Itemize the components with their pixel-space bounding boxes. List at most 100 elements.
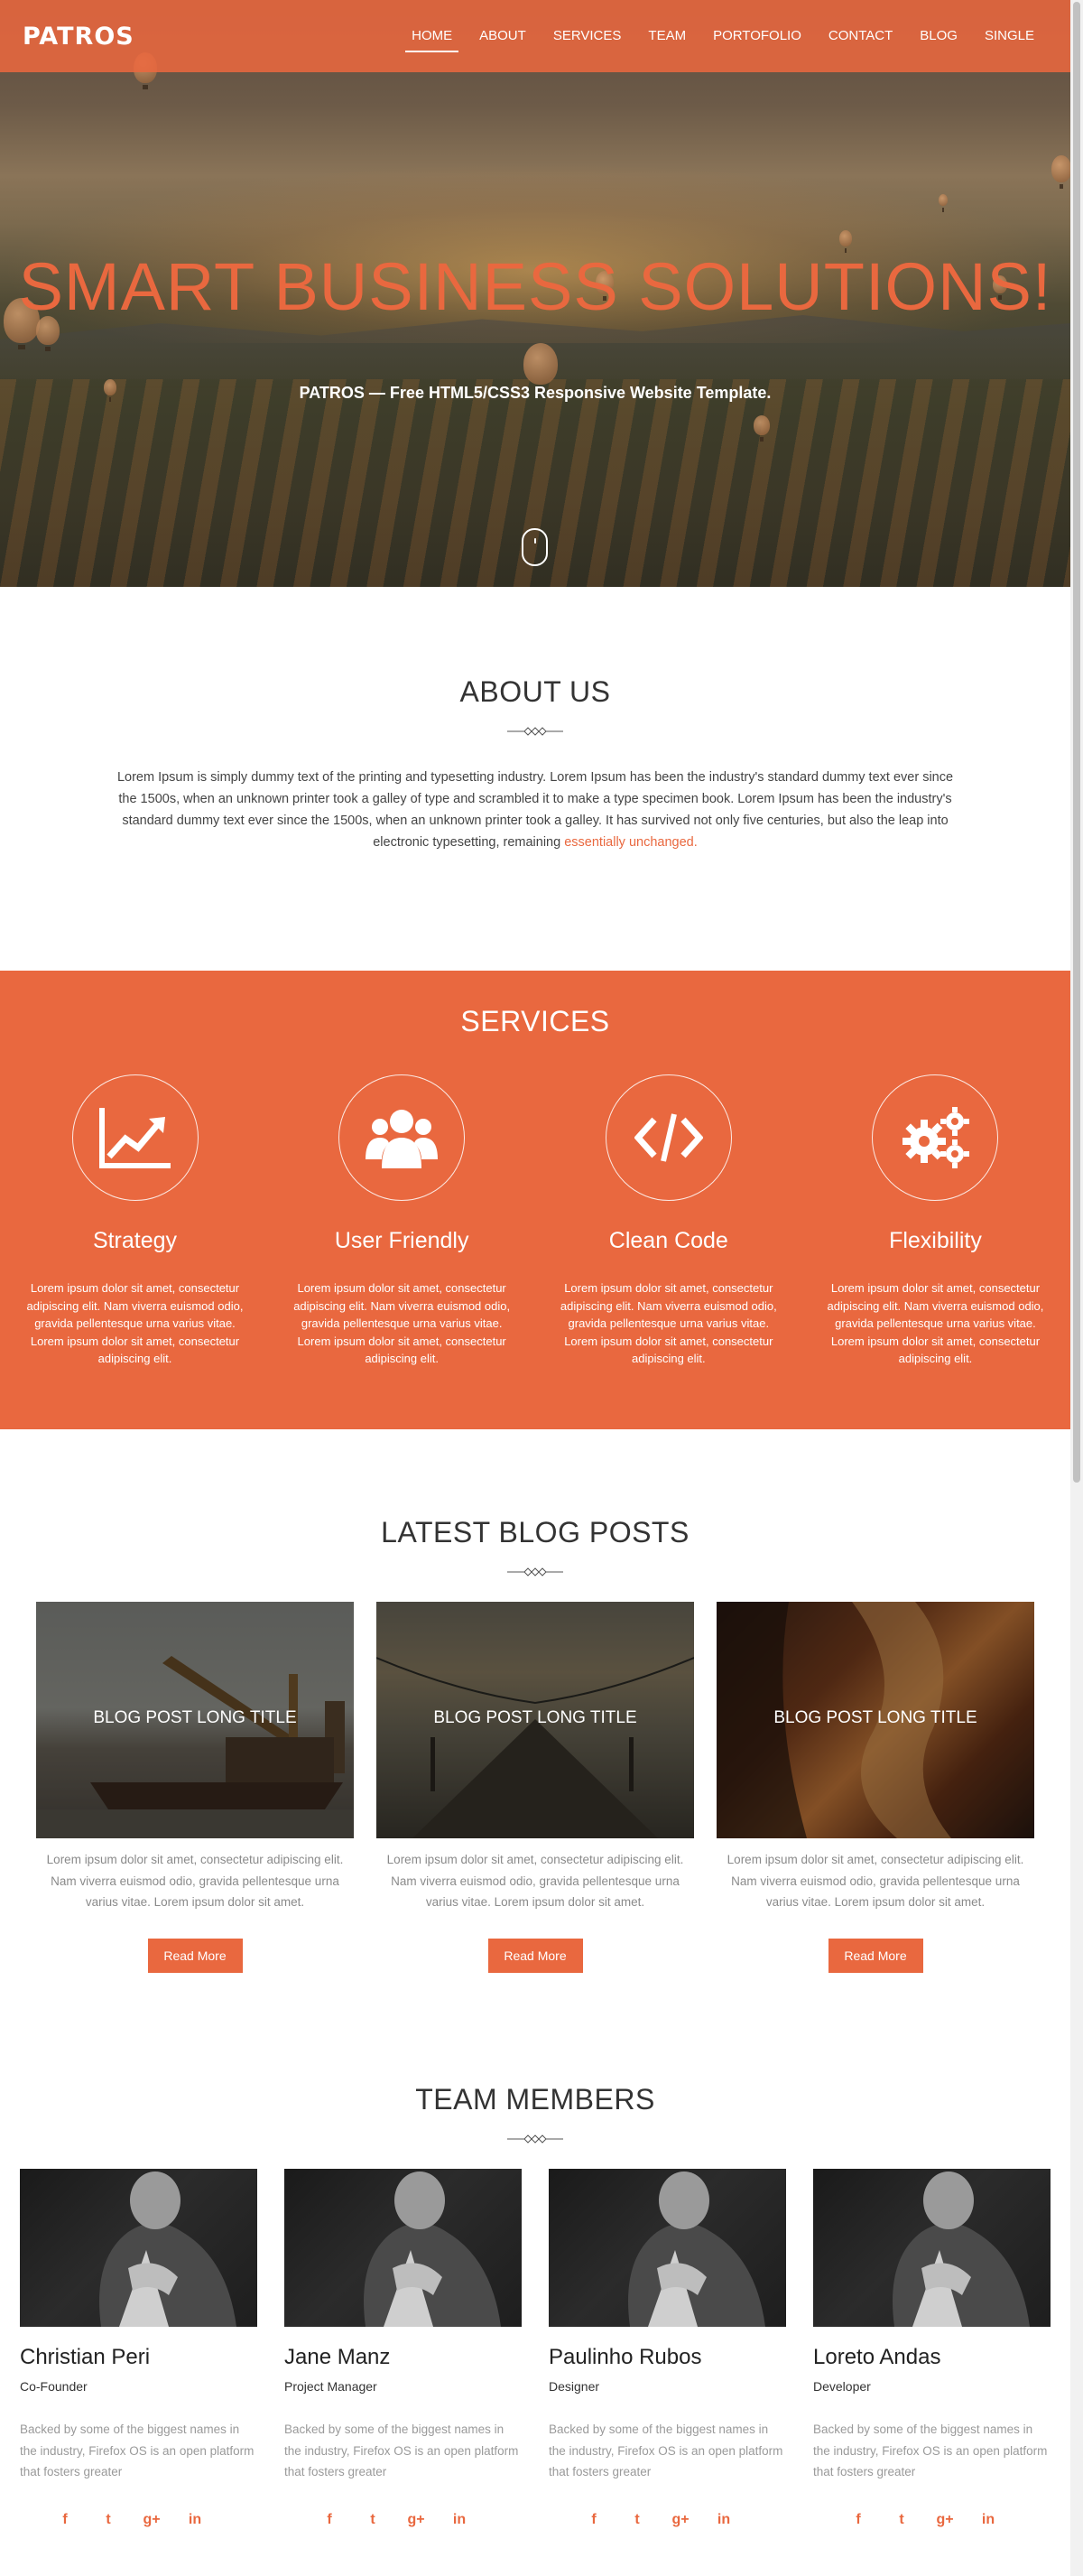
member-photo — [549, 2169, 786, 2327]
code-icon — [634, 1113, 703, 1162]
divider-icon — [507, 2134, 563, 2144]
read-more-button[interactable]: Read More — [147, 1938, 243, 1973]
blog-post-title[interactable]: BLOG POST LONG TITLE — [36, 1708, 354, 1728]
member-name: Christian Peri — [20, 2345, 151, 2369]
nav-single[interactable]: SINGLE — [971, 0, 1048, 72]
google-plus-icon[interactable]: g+ — [407, 2512, 425, 2528]
member-name: Jane Manz — [284, 2345, 391, 2369]
portrait-image — [99, 2171, 236, 2327]
blog-post-title[interactable]: BLOG POST LONG TITLE — [717, 1708, 1034, 1728]
linkedin-icon[interactable]: in — [979, 2512, 997, 2528]
read-more-button[interactable]: Read More — [828, 1938, 923, 1973]
member-bio: Backed by some of the biggest names in t… — [813, 2423, 1048, 2478]
member-role: Developer — [813, 2379, 871, 2394]
page: PATROS HOME ABOUT SERVICES TEAM PORTOFOL… — [0, 0, 1070, 2576]
team-member-card: Loreto Andas Developer Backed by some of… — [813, 2169, 1051, 2528]
blog-card: BLOG POST LONG TITLE Lorem ipsum dolor s… — [376, 1602, 694, 1973]
main-nav: HOME ABOUT SERVICES TEAM PORTOFOLIO CONT… — [398, 0, 1048, 72]
nav-home[interactable]: HOME — [398, 0, 466, 72]
service-text: Lorem ipsum dolor sit amet, consectetur … — [293, 1281, 511, 1365]
team-member-card: Paulinho Rubos Designer Backed by some o… — [549, 2169, 786, 2528]
nav-contact[interactable]: CONTACT — [815, 0, 906, 72]
member-bio: Backed by some of the biggest names in t… — [20, 2423, 255, 2478]
nav-blog[interactable]: BLOG — [906, 0, 971, 72]
twitter-icon[interactable]: t — [893, 2512, 911, 2528]
google-plus-icon[interactable]: g+ — [936, 2512, 954, 2528]
about-section: ABOUT US Lorem Ipsum is simply dummy tex… — [0, 587, 1070, 971]
about-link[interactable]: essentially unchanged. — [564, 835, 698, 850]
team-title: TEAM MEMBERS — [415, 2083, 655, 2116]
blog-card: BLOG POST LONG TITLE Lorem ipsum dolor s… — [717, 1602, 1034, 1973]
services-section: SERVICES Strategy Lorem ipsum dolor sit … — [0, 971, 1070, 1429]
facebook-icon[interactable]: f — [320, 2512, 338, 2528]
services-title: SERVICES — [460, 1005, 610, 1037]
member-bio: Backed by some of the biggest names in t… — [549, 2423, 783, 2478]
blog-image[interactable]: BLOG POST LONG TITLE — [376, 1602, 694, 1838]
blog-excerpt: Lorem ipsum dolor sit amet, consectetur … — [727, 1853, 1024, 1909]
hero-subtitle: PATROS — Free HTML5/CSS3 Responsive Webs… — [299, 384, 772, 402]
social-links: f t g+ in — [20, 2512, 257, 2528]
read-more-button[interactable]: Read More — [487, 1938, 583, 1973]
nav-team[interactable]: TEAM — [634, 0, 699, 72]
navbar: PATROS HOME ABOUT SERVICES TEAM PORTOFOL… — [0, 0, 1070, 72]
service-icon-circle — [71, 1074, 199, 1201]
member-photo — [813, 2169, 1051, 2327]
service-title: User Friendly — [334, 1228, 469, 1253]
service-title: Strategy — [92, 1228, 178, 1253]
team-member-card: Christian Peri Co-Founder Backed by some… — [20, 2169, 257, 2528]
about-text: Lorem Ipsum is simply dummy text of the … — [111, 767, 959, 853]
portrait-image — [628, 2171, 765, 2327]
service-card: Flexibility Lorem ipsum dolor sit amet, … — [820, 1074, 1051, 1368]
service-text: Lorem ipsum dolor sit amet, consectetur … — [26, 1281, 244, 1365]
service-title: Flexibility — [889, 1228, 982, 1253]
member-role: Project Manager — [284, 2379, 377, 2394]
services-row: Strategy Lorem ipsum dolor sit amet, con… — [0, 1074, 1070, 1368]
balloon-decoration — [939, 194, 948, 212]
nav-services[interactable]: SERVICES — [540, 0, 635, 72]
mouse-scroll-icon[interactable] — [522, 528, 548, 566]
service-text: Lorem ipsum dolor sit amet, consectetur … — [560, 1281, 777, 1365]
member-name: Loreto Andas — [813, 2345, 941, 2369]
twitter-icon[interactable]: t — [99, 2512, 117, 2528]
member-role: Co-Founder — [20, 2379, 88, 2394]
balloon-decoration — [754, 415, 770, 442]
blog-row: BLOG POST LONG TITLE Lorem ipsum dolor s… — [0, 1602, 1070, 1973]
balloon-decoration — [839, 230, 852, 253]
twitter-icon[interactable]: t — [628, 2512, 646, 2528]
member-photo — [20, 2169, 257, 2327]
google-plus-icon[interactable]: g+ — [143, 2512, 161, 2528]
blog-image[interactable]: BLOG POST LONG TITLE — [717, 1602, 1034, 1838]
facebook-icon[interactable]: f — [56, 2512, 74, 2528]
facebook-icon[interactable]: f — [585, 2512, 603, 2528]
facebook-icon[interactable]: f — [849, 2512, 867, 2528]
member-name: Paulinho Rubos — [549, 2345, 702, 2369]
team-section: TEAM MEMBERS Christian Peri Co-Founder B… — [0, 2025, 1070, 2576]
about-body: Lorem Ipsum is simply dummy text of the … — [116, 770, 954, 850]
balloon-decoration — [523, 343, 558, 391]
blog-excerpt: Lorem ipsum dolor sit amet, consectetur … — [46, 1853, 344, 1909]
scrollbar-thumb[interactable] — [1073, 2, 1080, 1483]
nav-portofolio[interactable]: PORTOFOLIO — [699, 0, 815, 72]
divider-icon — [507, 727, 563, 736]
social-links: f t g+ in — [284, 2512, 522, 2528]
about-title: ABOUT US — [459, 675, 611, 708]
hero-title: SMART BUSINESS SOLUTIONS! — [18, 249, 1052, 324]
blog-card: BLOG POST LONG TITLE Lorem ipsum dolor s… — [36, 1602, 354, 1973]
service-text: Lorem ipsum dolor sit amet, consectetur … — [827, 1281, 1044, 1365]
blog-section: LATEST BLOG POSTS BLOG POST LONG TITLE L… — [0, 1429, 1070, 2025]
blog-post-title[interactable]: BLOG POST LONG TITLE — [376, 1708, 694, 1728]
linkedin-icon[interactable]: in — [450, 2512, 468, 2528]
linkedin-icon[interactable]: in — [186, 2512, 204, 2528]
linkedin-icon[interactable]: in — [715, 2512, 733, 2528]
balloon-decoration — [1051, 155, 1070, 189]
scrollbar[interactable] — [1070, 0, 1083, 2576]
service-card: Clean Code Lorem ipsum dolor sit amet, c… — [553, 1074, 783, 1368]
nav-about[interactable]: ABOUT — [466, 0, 540, 72]
service-card: Strategy Lorem ipsum dolor sit amet, con… — [20, 1074, 250, 1368]
twitter-icon[interactable]: t — [364, 2512, 382, 2528]
social-links: f t g+ in — [813, 2512, 1051, 2528]
logo[interactable]: PATROS — [23, 23, 134, 51]
google-plus-icon[interactable]: g+ — [671, 2512, 690, 2528]
service-icon-circle — [338, 1074, 466, 1201]
blog-image[interactable]: BLOG POST LONG TITLE — [36, 1602, 354, 1838]
